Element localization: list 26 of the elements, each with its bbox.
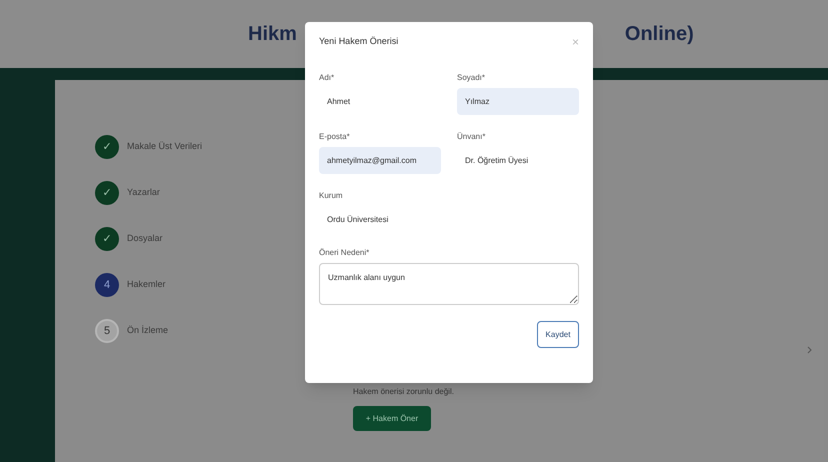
step-label: Yazarlar bbox=[127, 186, 160, 200]
step-label: Dosyalar bbox=[127, 232, 163, 246]
chevron-icon[interactable] bbox=[807, 346, 812, 354]
field-label: Kurum bbox=[319, 190, 344, 202]
input-field[interactable]: Yılmaz bbox=[457, 88, 579, 115]
field-label: Ünvanı* bbox=[457, 131, 486, 143]
step-marker: 5 bbox=[95, 319, 119, 343]
step-marker: ✓ bbox=[95, 181, 119, 205]
text-area[interactable]: Uzmanlık alanı uygun bbox=[319, 263, 579, 305]
page-title: Online) bbox=[624, 22, 694, 47]
step-label: Ön İzleme bbox=[127, 324, 168, 338]
note-text: Hakem önerisi zorunlu değil. bbox=[353, 386, 455, 398]
step-label: Makale Üst Verileri bbox=[127, 140, 202, 154]
field-label: Adı* bbox=[319, 72, 336, 84]
field-label: Öneri Nedeni* bbox=[319, 247, 370, 259]
step-marker: 4 bbox=[95, 273, 119, 297]
save-button[interactable]: Kaydet bbox=[537, 321, 579, 348]
field-label: Soyadı* bbox=[457, 72, 486, 84]
page-title: Hikm bbox=[248, 22, 297, 47]
step-marker: ✓ bbox=[95, 227, 119, 251]
add-reviewer-button[interactable]: + Hakem Öner bbox=[353, 406, 431, 431]
input-field[interactable]: ahmetyilmaz@gmail.com bbox=[319, 147, 441, 174]
step-marker: ✓ bbox=[95, 135, 119, 159]
field-label: E-posta* bbox=[319, 131, 351, 143]
modal-title: Yeni Hakem Önerisi bbox=[319, 35, 398, 48]
step-label: Hakemler bbox=[127, 278, 166, 292]
